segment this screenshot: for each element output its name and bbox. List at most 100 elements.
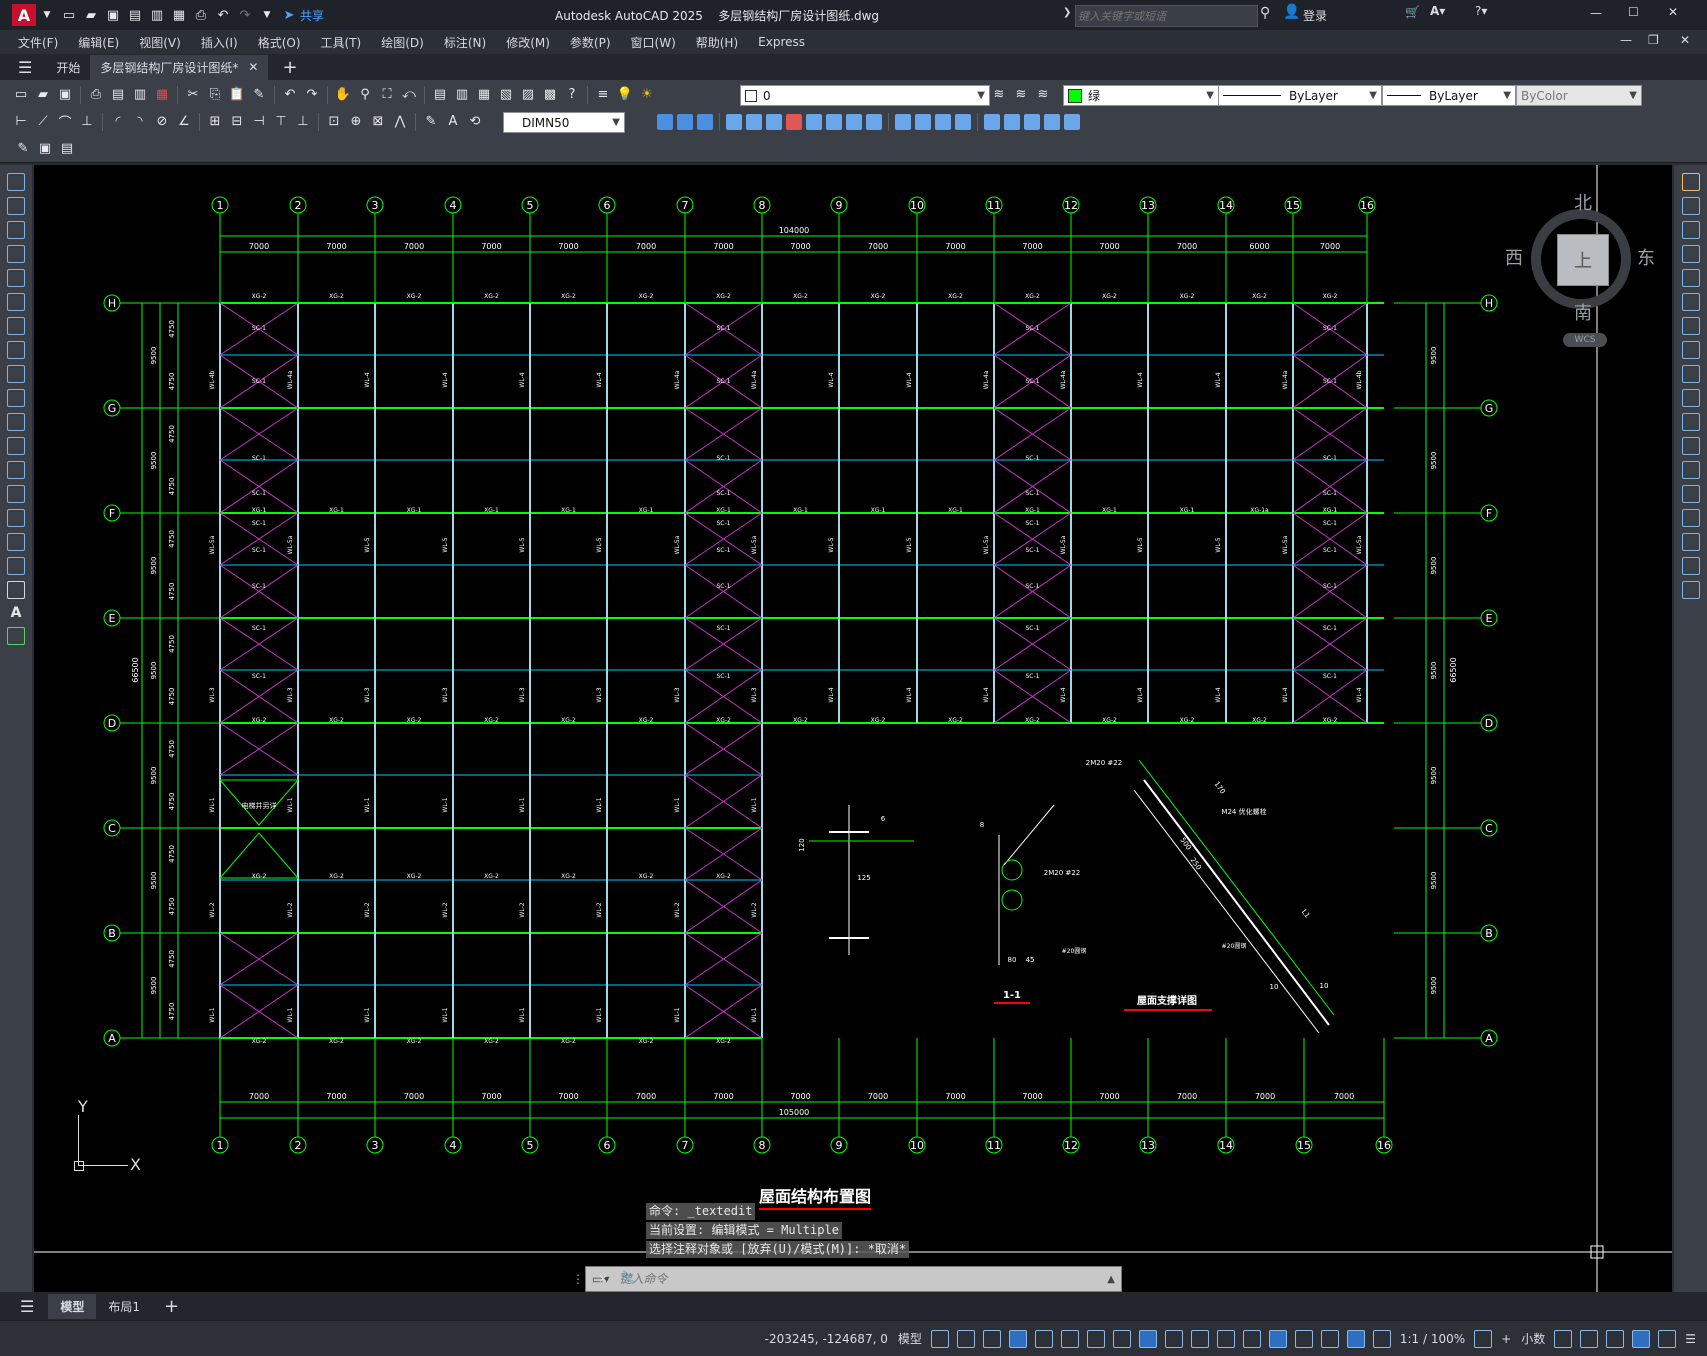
- layer-dropdown[interactable]: 0 ▼: [740, 85, 990, 106]
- dim-space-icon[interactable]: ⊤: [271, 112, 291, 132]
- ortho-icon[interactable]: [1034, 1329, 1053, 1348]
- erase-tool-icon[interactable]: [1681, 173, 1700, 191]
- menu-edit[interactable]: 编辑(E): [68, 34, 129, 51]
- redo-icon[interactable]: ↷: [235, 5, 255, 25]
- qnew-icon[interactable]: ▭: [11, 85, 31, 105]
- dim-linear-icon[interactable]: ⊢: [11, 112, 31, 132]
- menu-draw[interactable]: 绘图(D): [371, 34, 434, 51]
- view-back-icon[interactable]: [677, 113, 693, 130]
- compass-north[interactable]: 北: [1574, 189, 1592, 215]
- compass-south[interactable]: 南: [1574, 299, 1592, 325]
- copy-icon[interactable]: ⎘: [205, 85, 225, 105]
- command-grip-icon[interactable]: ⋮: [572, 1272, 584, 1286]
- break-point-tool-icon[interactable]: [1681, 437, 1700, 455]
- menu-modify[interactable]: 修改(M): [496, 34, 560, 51]
- dimstyle-dropdown[interactable]: DIMN50 ▼: [503, 112, 625, 133]
- block-save-icon[interactable]: ▣: [35, 139, 55, 159]
- markup-icon[interactable]: ▨: [518, 85, 538, 105]
- open-file-icon[interactable]: ▰: [33, 85, 53, 105]
- infer-icon[interactable]: [982, 1329, 1001, 1348]
- drawing-title[interactable]: 屋面结构布置图: [759, 1183, 872, 1210]
- polygon-tool-icon[interactable]: [7, 245, 25, 263]
- spline-tool-icon[interactable]: [7, 365, 25, 383]
- tolerance-icon[interactable]: ⊡: [324, 112, 344, 132]
- clean-screen-icon[interactable]: [1658, 1329, 1677, 1348]
- annotation-visibility-icon[interactable]: [1346, 1329, 1365, 1348]
- dim-break-icon[interactable]: ⊥: [293, 112, 313, 132]
- gradient-tool-icon[interactable]: [7, 533, 25, 551]
- ellipse-arc-tool-icon[interactable]: [7, 413, 25, 431]
- save-file-icon[interactable]: ▣: [55, 85, 75, 105]
- scale-tool-icon[interactable]: [1681, 341, 1700, 359]
- help-icon[interactable]: ?▾: [1475, 4, 1487, 18]
- region-tool-icon[interactable]: [7, 557, 25, 575]
- make-current-layer-icon[interactable]: ≋: [989, 84, 1009, 104]
- tab-model[interactable]: 模型: [48, 1293, 97, 1319]
- make-block-tool-icon[interactable]: [7, 461, 25, 479]
- lineweight-icon[interactable]: [1164, 1329, 1183, 1348]
- table-tool-icon[interactable]: [7, 581, 25, 599]
- circle-tool-icon[interactable]: [7, 317, 25, 335]
- modify-break-icon[interactable]: [895, 113, 911, 130]
- dynamic-input-icon[interactable]: [1008, 1329, 1027, 1348]
- customize-icon[interactable]: ▼: [257, 5, 277, 25]
- matchprop-icon[interactable]: ✎: [249, 85, 269, 105]
- help-tool-icon[interactable]: ?: [562, 85, 582, 105]
- close-button[interactable]: ✕: [1668, 5, 1678, 19]
- menu-dimension[interactable]: 标注(N): [434, 34, 496, 51]
- dim-angular-icon[interactable]: ∠: [174, 112, 194, 132]
- block-editor-icon[interactable]: ✎: [13, 139, 33, 159]
- command-input[interactable]: [617, 1271, 1062, 1287]
- websave-icon[interactable]: ▦: [169, 5, 189, 25]
- share-button[interactable]: 共享: [300, 7, 324, 24]
- ellipse-tool-icon[interactable]: [7, 389, 25, 407]
- dim-textedit-icon[interactable]: A: [443, 112, 463, 132]
- paste-icon[interactable]: 📋: [227, 85, 247, 105]
- trim-tool-icon[interactable]: [1681, 389, 1700, 407]
- doc-restore-button[interactable]: ❐: [1648, 33, 1659, 47]
- polar-icon[interactable]: [1060, 1329, 1079, 1348]
- offset-tool-icon[interactable]: [1681, 245, 1700, 263]
- dim-update-icon[interactable]: ⟲: [465, 112, 485, 132]
- pan-icon[interactable]: ✋: [333, 85, 353, 105]
- menu-file[interactable]: 文件(F): [8, 34, 68, 51]
- login-button[interactable]: 登录: [1303, 7, 1327, 24]
- break-tool-icon[interactable]: [1681, 461, 1700, 479]
- modify-scale-icon[interactable]: [806, 113, 822, 130]
- line-tool-icon[interactable]: [7, 173, 25, 191]
- zoom-realtime-icon[interactable]: ⚲: [355, 85, 375, 105]
- tab-start[interactable]: 开始: [46, 59, 90, 76]
- modify-extend-icon[interactable]: [866, 113, 882, 130]
- cut-icon[interactable]: ✂: [183, 85, 203, 105]
- modify-rotate-icon[interactable]: [766, 113, 782, 130]
- properties-icon[interactable]: ▤: [430, 85, 450, 105]
- modify-trim-icon[interactable]: [846, 113, 862, 130]
- inspect-icon[interactable]: ⊠: [368, 112, 388, 132]
- modify-mirror-icon[interactable]: [1024, 113, 1040, 130]
- annotation-monitor-icon[interactable]: +: [1501, 1332, 1511, 1346]
- auto-scale-icon[interactable]: [1372, 1329, 1391, 1348]
- hatch-tool-icon[interactable]: [7, 509, 25, 527]
- menu-parametric[interactable]: 参数(P): [560, 34, 621, 51]
- cart-icon[interactable]: 🛒: [1405, 5, 1420, 19]
- viewcube[interactable]: 北 南 东 西 上 WCS: [1505, 189, 1655, 347]
- publish-icon[interactable]: ▥: [130, 85, 150, 105]
- copy-tool-icon[interactable]: [1681, 197, 1700, 215]
- blend-tool-icon[interactable]: [1681, 557, 1700, 575]
- print-icon[interactable]: ⎙: [86, 85, 106, 105]
- wcs-menu[interactable]: WCS: [1563, 333, 1607, 347]
- menu-insert[interactable]: 插入(I): [191, 34, 248, 51]
- app-menu-arrow-icon[interactable]: ▼: [37, 5, 57, 25]
- snap-icon[interactable]: [956, 1329, 975, 1348]
- viewcube-top-face[interactable]: 上: [1557, 234, 1609, 286]
- doc-close-button[interactable]: ✕: [1680, 33, 1690, 47]
- dim-continue-icon[interactable]: ⊣: [249, 112, 269, 132]
- mtext-tool-icon[interactable]: A: [0, 605, 32, 621]
- preview-icon[interactable]: ▤: [108, 85, 128, 105]
- transparency-icon[interactable]: [1190, 1329, 1209, 1348]
- extend-tool-icon[interactable]: [1681, 413, 1700, 431]
- saveas-icon[interactable]: ▤: [125, 5, 145, 25]
- new-tab-button[interactable]: +: [282, 57, 297, 78]
- add-selected-tool-icon[interactable]: [7, 627, 25, 645]
- point-tool-icon[interactable]: [7, 485, 25, 503]
